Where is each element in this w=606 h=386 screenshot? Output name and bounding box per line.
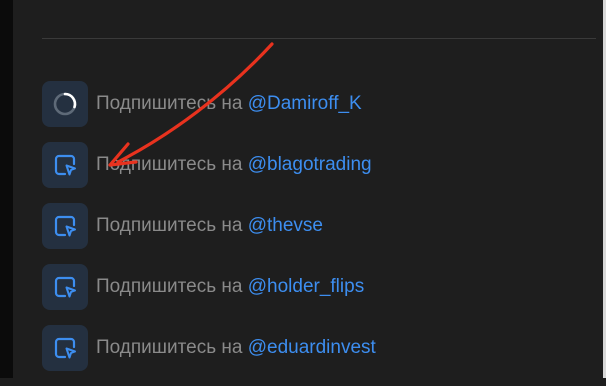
task-prefix: Подпишитесь на xyxy=(96,154,243,175)
left-window-edge xyxy=(0,0,13,378)
task-prefix: Подпишитесь на xyxy=(96,276,243,297)
task-label: Подпишитесь на @thevse xyxy=(96,215,323,237)
channel-link[interactable]: @holder_flips xyxy=(248,276,364,297)
tasks-panel: Подпишитесь на @Damiroff_K Подпишитесь н… xyxy=(13,0,603,378)
channel-link[interactable]: @eduardinvest xyxy=(248,337,376,358)
channel-link[interactable]: @blagotrading xyxy=(248,154,372,175)
task-item-thevse[interactable]: Подпишитесь на @thevse xyxy=(42,203,602,249)
task-item-eduardinvest[interactable]: Подпишитесь на @eduardinvest xyxy=(42,325,602,371)
task-label: Подпишитесь на @Damiroff_K xyxy=(96,93,362,115)
channel-link[interactable]: @thevse xyxy=(248,215,323,236)
tap-target-icon xyxy=(42,325,88,371)
task-item-holder-flips[interactable]: Подпишитесь на @holder_flips xyxy=(42,264,602,310)
tap-target-icon xyxy=(42,264,88,310)
channel-link[interactable]: @Damiroff_K xyxy=(248,93,362,114)
task-item-damiroff[interactable]: Подпишитесь на @Damiroff_K xyxy=(42,81,602,127)
loading-ring-icon xyxy=(42,81,88,127)
task-list: Подпишитесь на @Damiroff_K Подпишитесь н… xyxy=(42,81,602,386)
tap-target-icon xyxy=(42,203,88,249)
task-prefix: Подпишитесь на xyxy=(96,215,243,236)
task-prefix: Подпишитесь на xyxy=(96,93,243,114)
task-item-blagotrading[interactable]: Подпишитесь на @blagotrading xyxy=(42,142,602,188)
task-label: Подпишитесь на @eduardinvest xyxy=(96,337,376,359)
section-divider xyxy=(42,38,596,39)
tap-target-icon xyxy=(42,142,88,188)
task-prefix: Подпишитесь на xyxy=(96,337,243,358)
task-label: Подпишитесь на @holder_flips xyxy=(96,276,364,298)
task-label: Подпишитесь на @blagotrading xyxy=(96,154,372,176)
